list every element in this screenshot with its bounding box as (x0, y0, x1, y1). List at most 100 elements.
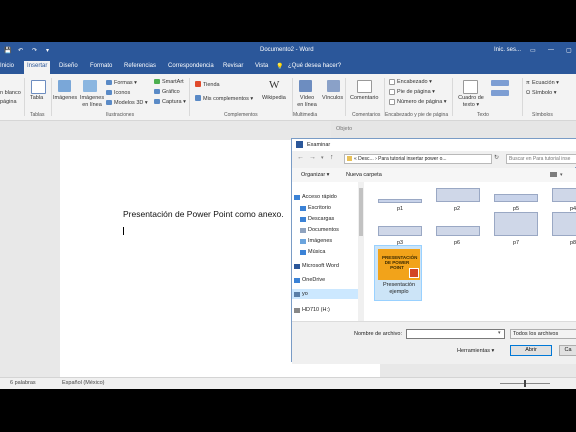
filename-input[interactable] (406, 329, 505, 339)
ribbon-options-icon[interactable]: ▭ (530, 47, 536, 54)
view-dropdown-icon[interactable]: ▾ (560, 172, 563, 178)
file-thumb-p4[interactable] (552, 188, 576, 202)
nav-item-downloads[interactable]: Descargas (308, 216, 334, 222)
tab-inicio[interactable]: Inicio (0, 63, 14, 69)
nav-item-drive-h[interactable]: HD710 (H:) (302, 307, 330, 313)
smartart-button[interactable]: SmartArt (162, 79, 184, 85)
file-thumb-p5[interactable] (494, 194, 538, 202)
file-name-p1[interactable]: p1 (397, 206, 403, 212)
organize-button[interactable]: Organizar ▾ (301, 172, 329, 178)
open-button[interactable]: Abrir (510, 345, 552, 356)
file-name-p7[interactable]: p7 (513, 240, 519, 246)
nav-item-microsoft-word[interactable]: Microsoft Word (302, 263, 339, 269)
up-icon[interactable]: ↑ (330, 154, 334, 161)
page-number-button[interactable]: Número de página ▾ (397, 99, 447, 105)
file-thumb-p8[interactable] (552, 212, 576, 236)
refresh-icon[interactable]: ↻ (494, 154, 499, 161)
links-button[interactable]: Vínculos (322, 95, 343, 101)
page-break-button[interactable]: página (0, 99, 17, 105)
search-input[interactable]: Buscar en Para tutorial inse (506, 154, 576, 164)
cancel-button[interactable]: Ca (559, 345, 576, 356)
tab-diseno[interactable]: Diseño (59, 63, 78, 69)
file-name-p2[interactable]: p2 (454, 206, 460, 212)
my-addins-button[interactable]: Mis complementos ▾ (203, 96, 253, 102)
textbox-button[interactable]: Cuadro de texto ▾ (457, 95, 485, 109)
back-icon[interactable]: ← (297, 154, 304, 161)
file-name-presentacion[interactable]: Presentación ejemplo (377, 282, 421, 296)
minimize-icon[interactable]: — (548, 47, 554, 53)
online-video-button[interactable]: Vídeo en línea (297, 95, 317, 109)
tab-vista[interactable]: Vista (255, 63, 268, 69)
nav-item-desktop[interactable]: Escritorio (308, 205, 331, 211)
table-icon (31, 80, 46, 94)
breadcrumb[interactable]: « Desc... › Para tutorial insertar power… (354, 156, 447, 162)
equation-button[interactable]: Ecuación ▾ (532, 80, 559, 86)
comment-button[interactable]: Comentario (350, 95, 378, 101)
screenshot-button[interactable]: Captura ▾ (162, 99, 186, 105)
nav-item-this-pc[interactable]: yo (302, 291, 308, 297)
new-folder-button[interactable]: Nueva carpeta (346, 172, 382, 178)
pictures-icon (58, 80, 71, 92)
text-tools-icon-2[interactable] (491, 90, 509, 96)
models-3d-button[interactable]: Modelos 3D ▾ (114, 100, 148, 106)
sign-in-link[interactable]: Inic. ses... (494, 47, 521, 53)
nav-item-onedrive[interactable]: OneDrive (302, 277, 325, 283)
tell-me-icon[interactable]: 💡 (276, 63, 283, 70)
nav-item-documents[interactable]: Documentos (308, 227, 339, 233)
tab-formato[interactable]: Formato (90, 63, 112, 69)
file-name-p6[interactable]: p6 (454, 240, 460, 246)
nav-item-pictures[interactable]: Imágenes (308, 238, 332, 244)
address-row: ← → ▾ ↑ « Desc... › Para tutorial insert… (292, 151, 576, 167)
wikipedia-button[interactable]: Wikipedia (262, 95, 286, 101)
customize-icon[interactable]: ▾ (46, 47, 49, 54)
file-thumb-p3[interactable] (378, 226, 422, 236)
online-images-button[interactable]: Imágenes en línea (79, 95, 105, 109)
view-options-icon[interactable] (550, 172, 557, 177)
cloud-icon (294, 278, 300, 283)
footer-button[interactable]: Pie de página ▾ (397, 89, 435, 95)
shapes-button[interactable]: Formas ▾ (114, 80, 137, 86)
file-thumb-p1[interactable] (378, 199, 422, 203)
table-button[interactable]: Tabla (30, 95, 43, 101)
language-status[interactable]: Español (México) (62, 380, 105, 386)
zoom-thumb[interactable] (524, 380, 526, 387)
save-icon[interactable]: 💾 (4, 47, 11, 54)
file-type-select[interactable]: Todos los archivos (510, 329, 576, 339)
nav-item-quick-access[interactable]: Acceso rápido (302, 194, 337, 200)
nav-item-music[interactable]: Música (308, 249, 325, 255)
undo-icon[interactable]: ↶ (18, 47, 23, 54)
recent-locations-icon[interactable]: ▾ (321, 155, 324, 161)
group-header-footer: Encabezado y pie de página (385, 112, 449, 118)
blank-page-button[interactable]: n blanco (0, 90, 21, 96)
tools-button[interactable]: Herramientas ▾ (457, 348, 494, 354)
document-text[interactable]: Presentación de Power Point como anexo. (123, 209, 284, 219)
tab-insertar[interactable]: Insertar (24, 61, 51, 74)
redo-icon[interactable]: ↷ (32, 47, 37, 54)
filename-dropdown-icon[interactable]: ▾ (498, 330, 501, 336)
ribbon: n blanco página Tabla Tablas Imágenes Im… (0, 74, 576, 121)
tab-referencias[interactable]: Referencias (124, 63, 156, 69)
icons-button[interactable]: Iconos (114, 90, 130, 96)
store-button[interactable]: Tienda (203, 82, 220, 88)
comment-icon (357, 80, 372, 93)
file-thumb-p6[interactable] (436, 226, 480, 236)
file-name-p8[interactable]: p8 (570, 240, 576, 246)
file-thumb-p7[interactable] (494, 212, 538, 236)
maximize-icon[interactable]: ▢ (566, 47, 572, 54)
tab-correspondencia[interactable]: Correspondencia (168, 63, 214, 69)
nav-scroll-thumb[interactable] (359, 188, 363, 236)
images-button[interactable]: Imágenes (53, 95, 77, 101)
symbol-button[interactable]: Símbolo ▾ (532, 90, 556, 96)
forward-icon[interactable]: → (309, 154, 316, 161)
text-tools-icon[interactable] (491, 80, 509, 86)
page-number-icon (389, 99, 395, 105)
address-bar[interactable]: « Desc... › Para tutorial insertar power… (344, 154, 492, 164)
word-count[interactable]: 6 palabras (10, 380, 36, 386)
search-placeholder: Buscar en Para tutorial inse (509, 156, 571, 162)
tell-me-search[interactable]: ¿Qué desea hacer? (288, 63, 341, 69)
tab-revisar[interactable]: Revisar (223, 63, 243, 69)
file-item-presentacion-ejemplo[interactable]: PRESENTACIÓN DE POWER POINT Presentación… (374, 245, 422, 301)
file-thumb-p2[interactable] (436, 188, 480, 202)
chart-button[interactable]: Gráfico (162, 89, 180, 95)
header-button[interactable]: Encabezado ▾ (397, 79, 432, 85)
